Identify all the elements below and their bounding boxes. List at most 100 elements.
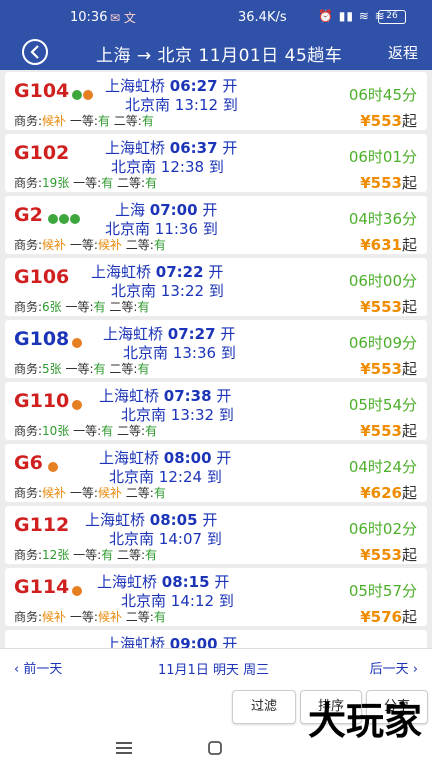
train-card[interactable]: G112 上海虹桥 08:05 开北京南 14:07 到 06时02分 商务:12张 … <box>5 506 427 564</box>
departure-time: 08:05 <box>149 511 198 529</box>
currency-symbol: ¥ <box>360 298 371 316</box>
price-suffix: 起 <box>401 174 417 192</box>
second-class-seats: 有 <box>153 610 166 624</box>
train-card[interactable]: G102 上海虹桥 06:37 开北京南 12:38 到 06时01分 商务:19张 … <box>5 134 427 192</box>
currency-symbol: ¥ <box>360 236 371 254</box>
train-feature-badge-icon <box>70 214 80 224</box>
app-header: 上海 → 北京 11月01日 45趟车 返程 <box>0 34 432 70</box>
first-class-label: 一等: <box>69 114 98 128</box>
arrival-suffix: 到 <box>208 158 224 176</box>
departure-time: 07:22 <box>155 263 204 281</box>
train-code: G112 <box>14 514 70 536</box>
second-class-label: 二等: <box>125 238 154 252</box>
first-class-seats: 有 <box>93 362 106 376</box>
train-badges <box>72 90 94 109</box>
business-label: 商务: <box>14 424 43 438</box>
departure-time: 07:38 <box>163 387 212 405</box>
first-class-seats: 有 <box>97 114 110 128</box>
next-day-label: 后一天 <box>369 662 409 677</box>
departure-line: 上海虹桥 07:38 开 <box>99 385 231 406</box>
departure-line: 上海 07:00 开 <box>115 199 217 220</box>
train-list[interactable]: G104 上海虹桥 06:27 开北京南 13:12 到 06时45分 商务:候补 一… <box>0 70 432 648</box>
status-bar: 10:36 ✉ 文 36.4K/s ⏰ ▮▮ ≋ ≋ 26 <box>0 0 432 34</box>
seat-availability: 商务:10张 一等:有 二等:有 <box>14 422 157 439</box>
train-card[interactable]: G106 上海虹桥 07:22 开北京南 13:22 到 06时00分 商务:6张 一… <box>5 258 427 316</box>
business-label: 商务: <box>14 300 43 314</box>
train-card[interactable]: 上海虹桥 09:00 开 <box>5 630 427 648</box>
second-class-label: 二等: <box>117 176 146 190</box>
departure-line: 上海虹桥 07:27 开 <box>103 323 235 344</box>
first-class-label: 一等: <box>69 610 98 624</box>
business-label: 商务: <box>14 548 43 562</box>
current-date[interactable]: 11月1日 明天 周三 <box>158 659 269 678</box>
departure-suffix: 开 <box>222 139 238 157</box>
watermark-logo: 大玩家 <box>307 699 422 743</box>
next-day-button[interactable]: 后一天 › <box>370 658 418 677</box>
train-feature-badge-icon <box>72 338 82 348</box>
price: ¥553起 <box>360 544 417 565</box>
departure-station: 上海虹桥 <box>91 263 152 281</box>
train-badges <box>48 214 81 233</box>
train-card[interactable]: G2 上海 07:00 开北京南 11:36 到 04时36分 商务:候补 一等:候补… <box>5 196 427 254</box>
departure-suffix: 开 <box>220 325 236 343</box>
notification-icons: ✉ 文 <box>110 11 136 25</box>
train-code: G108 <box>14 328 70 350</box>
currency-symbol: ¥ <box>360 112 371 130</box>
departure-station: 上海虹桥 <box>99 449 160 467</box>
departure-station: 上海虹桥 <box>97 573 158 591</box>
battery-icon: 26 <box>378 10 406 24</box>
business-seats: 12张 <box>42 548 70 562</box>
trip-duration: 06时02分 <box>348 520 417 538</box>
back-button[interactable] <box>22 39 48 65</box>
status-time: 10:36 <box>70 10 108 25</box>
second-class-label: 二等: <box>117 424 146 438</box>
second-class-label: 二等: <box>109 300 138 314</box>
departure-line: 上海虹桥 08:05 开 <box>85 509 217 530</box>
return-trip-button[interactable]: 返程 <box>388 42 418 63</box>
filter-button[interactable]: 过滤 <box>232 690 296 724</box>
second-class-seats: 有 <box>137 300 150 314</box>
train-feature-badge-icon <box>72 586 82 596</box>
business-seats: 候补 <box>42 610 67 624</box>
first-class-seats: 有 <box>101 548 114 562</box>
price-suffix: 起 <box>401 546 417 564</box>
train-code: G104 <box>14 80 70 102</box>
second-class-label: 二等: <box>125 610 154 624</box>
train-card[interactable]: G110 上海虹桥 07:38 开北京南 13:32 到 05时54分 商务:10张 … <box>5 382 427 440</box>
arrival-time: 12:38 <box>160 158 205 176</box>
menu-icon[interactable] <box>116 742 132 754</box>
first-class-seats: 候补 <box>97 238 122 252</box>
arrival-time: 13:22 <box>160 282 205 300</box>
business-seats: 候补 <box>42 486 67 500</box>
second-class-label: 二等: <box>113 114 142 128</box>
home-icon[interactable] <box>208 741 222 755</box>
arrival-suffix: 到 <box>218 592 234 610</box>
second-class-label: 二等: <box>109 362 138 376</box>
arrival-time: 13:12 <box>174 96 219 114</box>
page-title: 上海 → 北京 11月01日 45趟车 <box>96 46 343 66</box>
departure-line: 上海虹桥 08:00 开 <box>99 447 231 468</box>
departure-suffix: 开 <box>202 511 218 529</box>
seat-availability: 商务:候补 一等:候补 二等:有 <box>14 608 166 625</box>
train-card[interactable]: G108 上海虹桥 07:27 开北京南 13:36 到 06时09分 商务:5张 一… <box>5 320 427 378</box>
departure-time: 07:27 <box>167 325 216 343</box>
price-value: 553 <box>370 360 402 378</box>
train-badges <box>72 338 83 357</box>
second-class-seats: 有 <box>153 238 166 252</box>
train-card[interactable]: G6 上海虹桥 08:00 开北京南 12:24 到 04时24分 商务:候补 一等:… <box>5 444 427 502</box>
price-suffix: 起 <box>401 112 417 130</box>
train-feature-badge-icon <box>83 90 93 100</box>
currency-symbol: ¥ <box>360 422 371 440</box>
first-class-label: 一等: <box>73 176 102 190</box>
seat-availability: 商务:候补 一等:候补 二等:有 <box>14 484 166 501</box>
train-card[interactable]: G104 上海虹桥 06:27 开北京南 13:12 到 06时45分 商务:候补 一… <box>5 72 427 130</box>
price-suffix: 起 <box>401 484 417 502</box>
currency-symbol: ¥ <box>360 360 371 378</box>
prev-day-button[interactable]: ‹ 前一天 <box>14 658 62 677</box>
departure-time: 08:00 <box>163 449 212 467</box>
arrival-time: 14:07 <box>158 530 203 548</box>
train-card[interactable]: G114 上海虹桥 08:15 开北京南 14:12 到 05时57分 商务:候补 一… <box>5 568 427 626</box>
price-value: 553 <box>370 174 402 192</box>
arrival-suffix: 到 <box>206 468 222 486</box>
train-feature-badge-icon <box>59 214 69 224</box>
